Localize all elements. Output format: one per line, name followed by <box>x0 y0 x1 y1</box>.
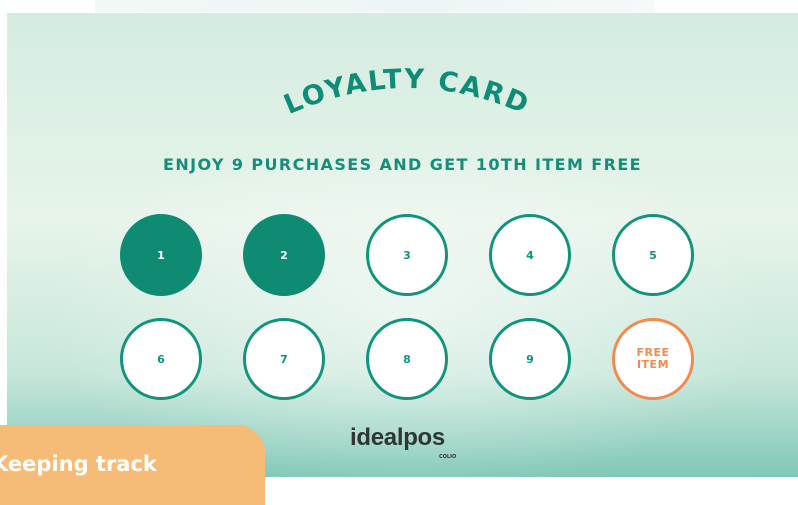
stamp-number: 7 <box>280 352 288 366</box>
svg-text:LOYALTY CARD: LOYALTY CARD <box>279 64 534 121</box>
card-subtitle: ENJOY 9 PURCHASES AND GET 10TH ITEM FREE <box>163 155 642 174</box>
stamp-number: 4 <box>526 248 534 262</box>
background-strip <box>95 0 655 12</box>
loyalty-card: LOYALTY CARD ENJOY 9 PURCHASES AND GET 1… <box>7 13 798 477</box>
card-title-text: LOYALTY CARD <box>279 64 532 121</box>
stamp-number: 6 <box>157 352 165 366</box>
stamp-5: 5 <box>612 214 694 296</box>
stamp-8: 8 <box>366 318 448 400</box>
brand-logo: idealpos <box>350 424 445 451</box>
stamp-2: 2 <box>243 214 325 296</box>
keeping-track-tab[interactable]: Keeping track <box>0 425 265 505</box>
stamp-1: 1 <box>120 214 202 296</box>
stamp-number: 3 <box>403 248 411 262</box>
stamp-number: 9 <box>526 352 534 366</box>
free-item-label: FREE ITEM <box>636 347 669 371</box>
card-title: LOYALTY CARD <box>279 64 534 121</box>
stamp-number: 2 <box>280 248 288 262</box>
stamp-3: 3 <box>366 214 448 296</box>
brand-subtext: COLIO <box>439 454 457 460</box>
stamp-6: 6 <box>120 318 202 400</box>
stamp-7: 7 <box>243 318 325 400</box>
stamp-9: 9 <box>489 318 571 400</box>
stamp-grid: 1 2 3 4 5 6 7 8 9 FREE ITEM <box>120 214 694 400</box>
stamp-number: 5 <box>649 248 657 262</box>
stamp-4: 4 <box>489 214 571 296</box>
free-item-line2: ITEM <box>636 358 670 371</box>
tab-label: Keeping track <box>0 452 157 476</box>
stamp-number: 1 <box>157 248 165 262</box>
stamp-number: 8 <box>403 352 411 366</box>
free-item-stamp: FREE ITEM <box>612 318 694 400</box>
